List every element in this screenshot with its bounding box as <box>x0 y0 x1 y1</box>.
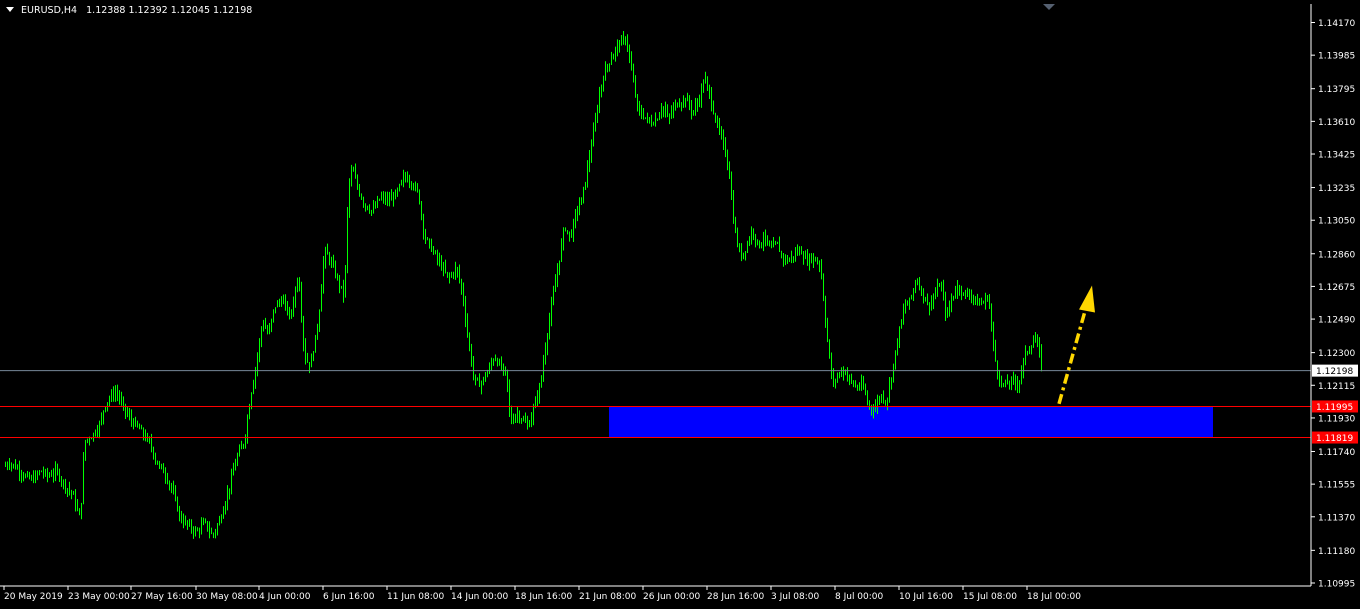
y-tick-label: 1.12860 <box>1318 250 1355 260</box>
y-tick-label: 1.13610 <box>1318 118 1355 128</box>
chevron-down-icon[interactable] <box>6 7 14 12</box>
level-price-label: 1.11819 <box>1316 434 1353 444</box>
x-tick-label: 30 May 08:00 <box>196 592 258 602</box>
y-tick-label: 1.13795 <box>1318 85 1355 95</box>
x-tick-label: 10 Jul 16:00 <box>899 592 953 602</box>
x-tick-label: 18 Jul 00:00 <box>1027 592 1081 602</box>
x-tick-label: 4 Jun 00:00 <box>259 592 311 602</box>
y-tick-label: 1.10995 <box>1318 580 1355 590</box>
x-tick-label: 14 Jun 00:00 <box>451 592 508 602</box>
chart-header[interactable]: EURUSD,H4 1.12388 1.12392 1.12045 1.1219… <box>6 5 252 16</box>
y-tick-label: 1.11555 <box>1318 481 1355 491</box>
x-tick-label: 27 May 16:00 <box>131 592 193 602</box>
y-tick-label: 1.12300 <box>1318 349 1355 359</box>
y-tick-label: 1.14170 <box>1318 19 1355 29</box>
current-price-label: 1.12198 <box>1316 367 1353 377</box>
y-tick-label: 1.13425 <box>1318 151 1355 161</box>
y-tick-label: 1.12115 <box>1318 382 1355 392</box>
x-tick-label: 11 Jun 08:00 <box>387 592 444 602</box>
x-tick-label: 26 Jun 00:00 <box>643 592 700 602</box>
x-tick-label: 3 Jul 08:00 <box>771 592 820 602</box>
y-tick-label: 1.12675 <box>1318 283 1355 293</box>
y-tick-label: 1.13050 <box>1318 217 1355 227</box>
x-tick-label: 18 Jun 16:00 <box>515 592 572 602</box>
x-tick-label: 15 Jul 08:00 <box>963 592 1017 602</box>
y-tick-label: 1.13235 <box>1318 184 1355 194</box>
chart-background <box>0 0 1360 609</box>
price-chart[interactable]: 1.14170 1.13985 1.13795 1.13610 1.13425 1.132… <box>0 0 1360 609</box>
symbol-label: EURUSD,H4 <box>21 5 78 16</box>
y-tick-label: 1.11740 <box>1318 448 1355 458</box>
x-tick-label: 6 Jun 16:00 <box>323 592 375 602</box>
level-price-label: 1.11995 <box>1316 403 1353 413</box>
x-tick-label: 23 May 00:00 <box>68 592 130 602</box>
x-tick-label: 21 Jun 08:00 <box>579 592 636 602</box>
ohlc-label: 1.12388 1.12392 1.12045 1.12198 <box>86 5 253 16</box>
y-tick-label: 1.11370 <box>1318 513 1355 523</box>
y-tick-label: 1.11930 <box>1318 414 1355 424</box>
y-tick-label: 1.11180 <box>1318 547 1355 557</box>
y-tick-label: 1.12490 <box>1318 316 1355 326</box>
x-tick-label: 28 Jun 16:00 <box>707 592 764 602</box>
x-tick-label: 8 Jul 00:00 <box>835 592 884 602</box>
support-zone <box>609 406 1213 438</box>
x-tick-label: 20 May 2019 <box>4 592 63 602</box>
y-tick-label: 1.13985 <box>1318 52 1355 62</box>
